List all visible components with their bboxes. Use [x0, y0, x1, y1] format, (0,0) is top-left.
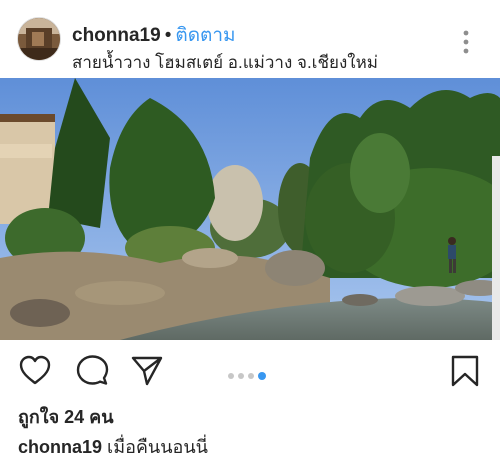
carousel-dot: [238, 372, 244, 379]
username[interactable]: chonna19: [72, 25, 161, 46]
action-bar: [0, 340, 500, 400]
carousel-dot-active: [258, 371, 266, 380]
caption-text: เมื่อคืนนอนนี่: [107, 437, 208, 457]
carousel-dot: [228, 372, 234, 379]
riverside-photo: [0, 78, 500, 340]
caption: chonna19 เมื่อคืนนอนนี่: [18, 432, 208, 461]
post-photo[interactable]: [0, 78, 500, 340]
carousel-dot: [248, 372, 254, 379]
post-header: chonna19 • ติดตาม สายน้ำวาง โฮมสเตย์ อ.แม่…: [0, 0, 500, 78]
location-link[interactable]: สายน้ำวาง โฮมสเตย์ อ.แม่วาง จ.เชียงใหม่: [72, 49, 378, 76]
share-icon[interactable]: [130, 354, 164, 388]
avatar[interactable]: [18, 18, 60, 60]
carousel-indicator: [226, 367, 268, 380]
bookmark-icon[interactable]: [448, 354, 482, 388]
follow-button[interactable]: ติดตาม: [175, 25, 235, 46]
comment-icon[interactable]: [75, 354, 109, 388]
likes-count[interactable]: ถูกใจ 24 คน: [18, 402, 114, 431]
heart-icon[interactable]: [18, 354, 52, 388]
user-line: chonna19 • ติดตาม: [72, 20, 236, 50]
separator-dot: •: [164, 25, 172, 46]
avatar-image: [18, 18, 60, 60]
more-options-icon[interactable]: [458, 28, 474, 58]
next-photo-edge: [492, 156, 500, 340]
caption-username[interactable]: chonna19: [18, 437, 102, 457]
